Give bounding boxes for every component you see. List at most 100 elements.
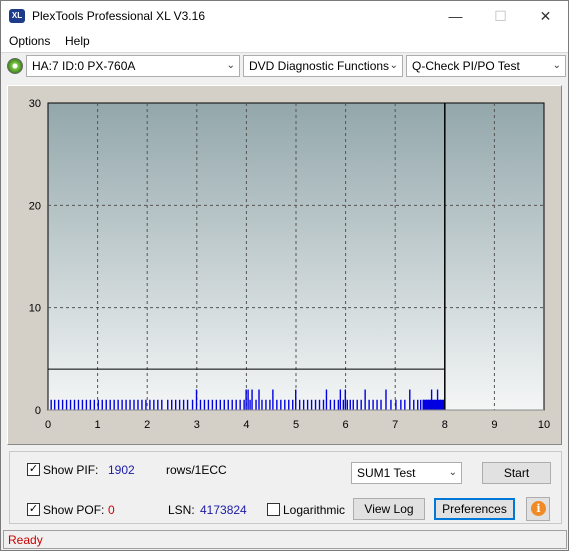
logarithmic-label: Logarithmic	[283, 503, 346, 517]
data-bar	[235, 399, 237, 410]
data-bar	[269, 399, 271, 410]
lsn-label: LSN:	[168, 503, 195, 517]
data-bar	[89, 399, 92, 410]
data-bar	[153, 399, 155, 410]
logarithmic-checkbox[interactable]	[267, 503, 280, 516]
maximize-button[interactable]: ☐	[478, 1, 523, 31]
data-bar	[306, 399, 309, 410]
x-tick-label: 5	[293, 419, 299, 431]
data-bar	[288, 399, 290, 410]
drive-select-value: HA:7 ID:0 PX-760A	[32, 59, 136, 73]
menu-help[interactable]: Help	[65, 34, 90, 48]
app-window: XL PlexTools Professional XL V3.16 — ☐ ✕…	[0, 0, 569, 551]
data-bar	[310, 399, 313, 410]
data-bar	[356, 399, 358, 410]
start-button[interactable]: Start	[482, 462, 551, 484]
data-bar	[81, 399, 84, 410]
data-bar	[376, 399, 378, 410]
data-bar	[368, 399, 370, 410]
data-bar	[167, 399, 169, 410]
data-bar	[251, 389, 253, 410]
menu-options[interactable]: Options	[9, 34, 50, 48]
data-bar	[344, 389, 347, 410]
show-pif-label: Show PIF:	[43, 463, 99, 477]
data-bar	[227, 399, 229, 410]
pif-count-value: 1902	[108, 463, 135, 477]
data-bar	[249, 399, 251, 410]
show-pof-checkbox[interactable]: ✓	[27, 503, 40, 516]
data-bar	[302, 399, 305, 410]
sum-test-select[interactable]: SUM1 Test ⌄	[351, 462, 462, 484]
minimize-button[interactable]: —	[433, 1, 478, 31]
x-tick-label: 10	[538, 419, 550, 431]
data-bar	[50, 399, 52, 410]
window-title: PlexTools Professional XL V3.16	[32, 9, 205, 23]
disc-drive-icon	[7, 58, 23, 74]
data-bar	[203, 399, 206, 410]
data-bar	[258, 389, 260, 410]
data-bar	[360, 399, 362, 410]
data-bar	[85, 399, 88, 410]
data-bar	[186, 399, 189, 410]
data-bar	[346, 399, 348, 410]
function-select-value: DVD Diagnostic Functions	[249, 59, 390, 73]
function-select[interactable]: DVD Diagnostic Functions ⌄	[243, 55, 403, 77]
data-bar	[125, 399, 127, 410]
data-bar	[298, 399, 301, 410]
chart-panel: 0 10 20 30 0 1 2 3 4 5 6 7 8 9 10	[7, 85, 562, 445]
data-bar	[65, 399, 68, 410]
data-bar	[417, 399, 419, 410]
data-bar	[339, 389, 342, 410]
data-bar	[318, 399, 321, 410]
data-bar	[101, 399, 103, 410]
data-bar	[243, 399, 245, 410]
data-bar	[211, 399, 214, 410]
data-bar	[231, 399, 233, 410]
data-bar	[352, 399, 354, 410]
drive-select[interactable]: HA:7 ID:0 PX-760A ⌄	[26, 55, 240, 77]
preferences-button[interactable]: Preferences	[434, 498, 515, 520]
data-bar	[223, 399, 225, 410]
close-button[interactable]: ✕	[523, 1, 568, 31]
show-pif-checkbox[interactable]: ✓	[27, 463, 40, 476]
view-log-button[interactable]: View Log	[353, 498, 425, 520]
x-tick-label: 8	[442, 419, 448, 431]
x-tick-label: 4	[243, 419, 249, 431]
x-tick-label: 0	[45, 419, 51, 431]
pof-count-value: 0	[108, 503, 115, 517]
data-bar	[171, 399, 173, 410]
data-bar	[372, 399, 374, 410]
data-bar	[178, 399, 181, 410]
test-select[interactable]: Q-Check PI/PO Test ⌄	[406, 55, 566, 77]
status-text: Ready	[8, 533, 43, 547]
title-bar: XL PlexTools Professional XL V3.16 — ☐ ✕	[1, 1, 568, 31]
data-bar	[117, 399, 119, 410]
data-bar	[239, 399, 241, 410]
data-bar	[325, 389, 328, 410]
data-bar	[93, 399, 96, 410]
data-bar	[149, 399, 151, 410]
data-bar	[292, 399, 294, 410]
data-bar	[364, 389, 366, 410]
chevron-down-icon: ⌄	[389, 60, 398, 71]
data-bar	[380, 399, 382, 410]
info-button[interactable]: i	[526, 497, 550, 521]
data-bar	[322, 399, 325, 410]
data-bar	[390, 399, 392, 410]
data-bar	[420, 399, 422, 410]
x-tick-label: 1	[95, 419, 101, 431]
data-bar	[133, 399, 135, 410]
sum-test-value: SUM1 Test	[357, 466, 416, 480]
data-bar	[121, 399, 123, 410]
data-bar	[219, 399, 222, 410]
data-bar	[247, 389, 249, 410]
y-tick-label: 30	[29, 98, 41, 110]
data-bar	[157, 399, 159, 410]
data-bar	[404, 399, 406, 410]
pif-chart: 0 10 20 30 0 1 2 3 4 5 6 7 8 9 10	[29, 98, 550, 431]
data-bar	[342, 399, 345, 410]
data-bar	[195, 389, 198, 410]
status-bar: Ready	[3, 530, 567, 549]
data-bar	[57, 399, 60, 410]
data-bar	[174, 399, 177, 410]
